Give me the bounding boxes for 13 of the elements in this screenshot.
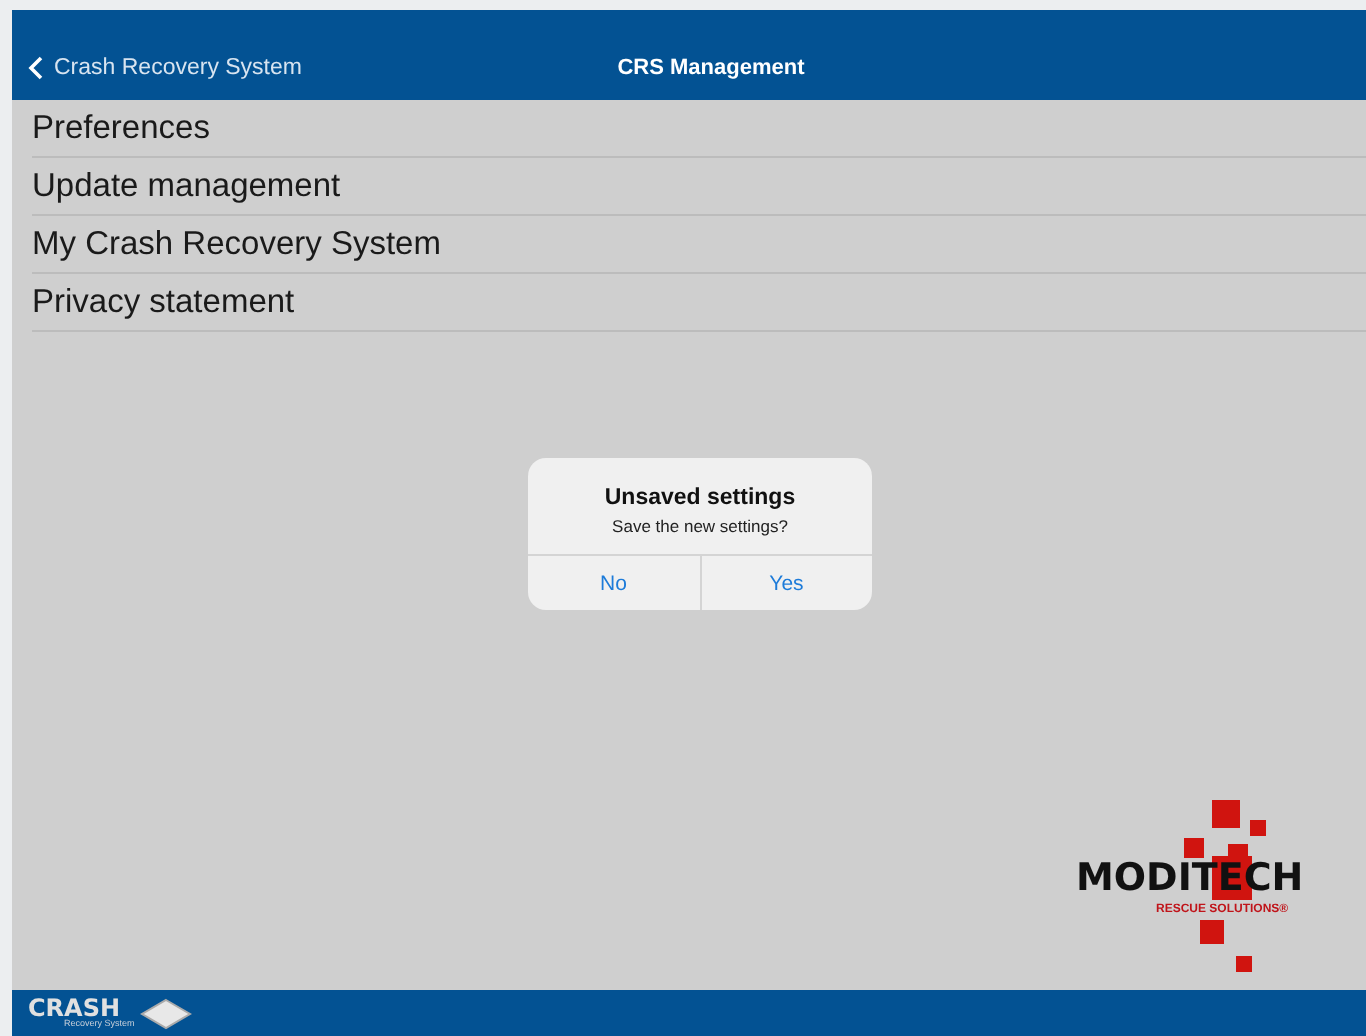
dialog-message: Save the new settings? xyxy=(612,516,788,536)
dialog-button[interactable]: Yes xyxy=(699,556,872,610)
menu-item[interactable]: My Crash Recovery System xyxy=(32,216,1366,274)
nav-title: CRS Management xyxy=(617,56,805,80)
back-button[interactable]: Crash Recovery System xyxy=(12,56,302,80)
dialog-button[interactable]: No xyxy=(528,556,699,610)
menu-item[interactable]: Privacy statement xyxy=(32,274,1366,332)
chevron-left-icon xyxy=(28,56,44,80)
footer-logo-word: CRASH xyxy=(28,996,121,1021)
dialog-title: Unsaved settings xyxy=(604,486,796,510)
menu-item[interactable]: Update management xyxy=(32,158,1366,216)
diamond-icon xyxy=(140,997,193,1029)
menu-item[interactable]: Preferences xyxy=(32,100,1366,158)
